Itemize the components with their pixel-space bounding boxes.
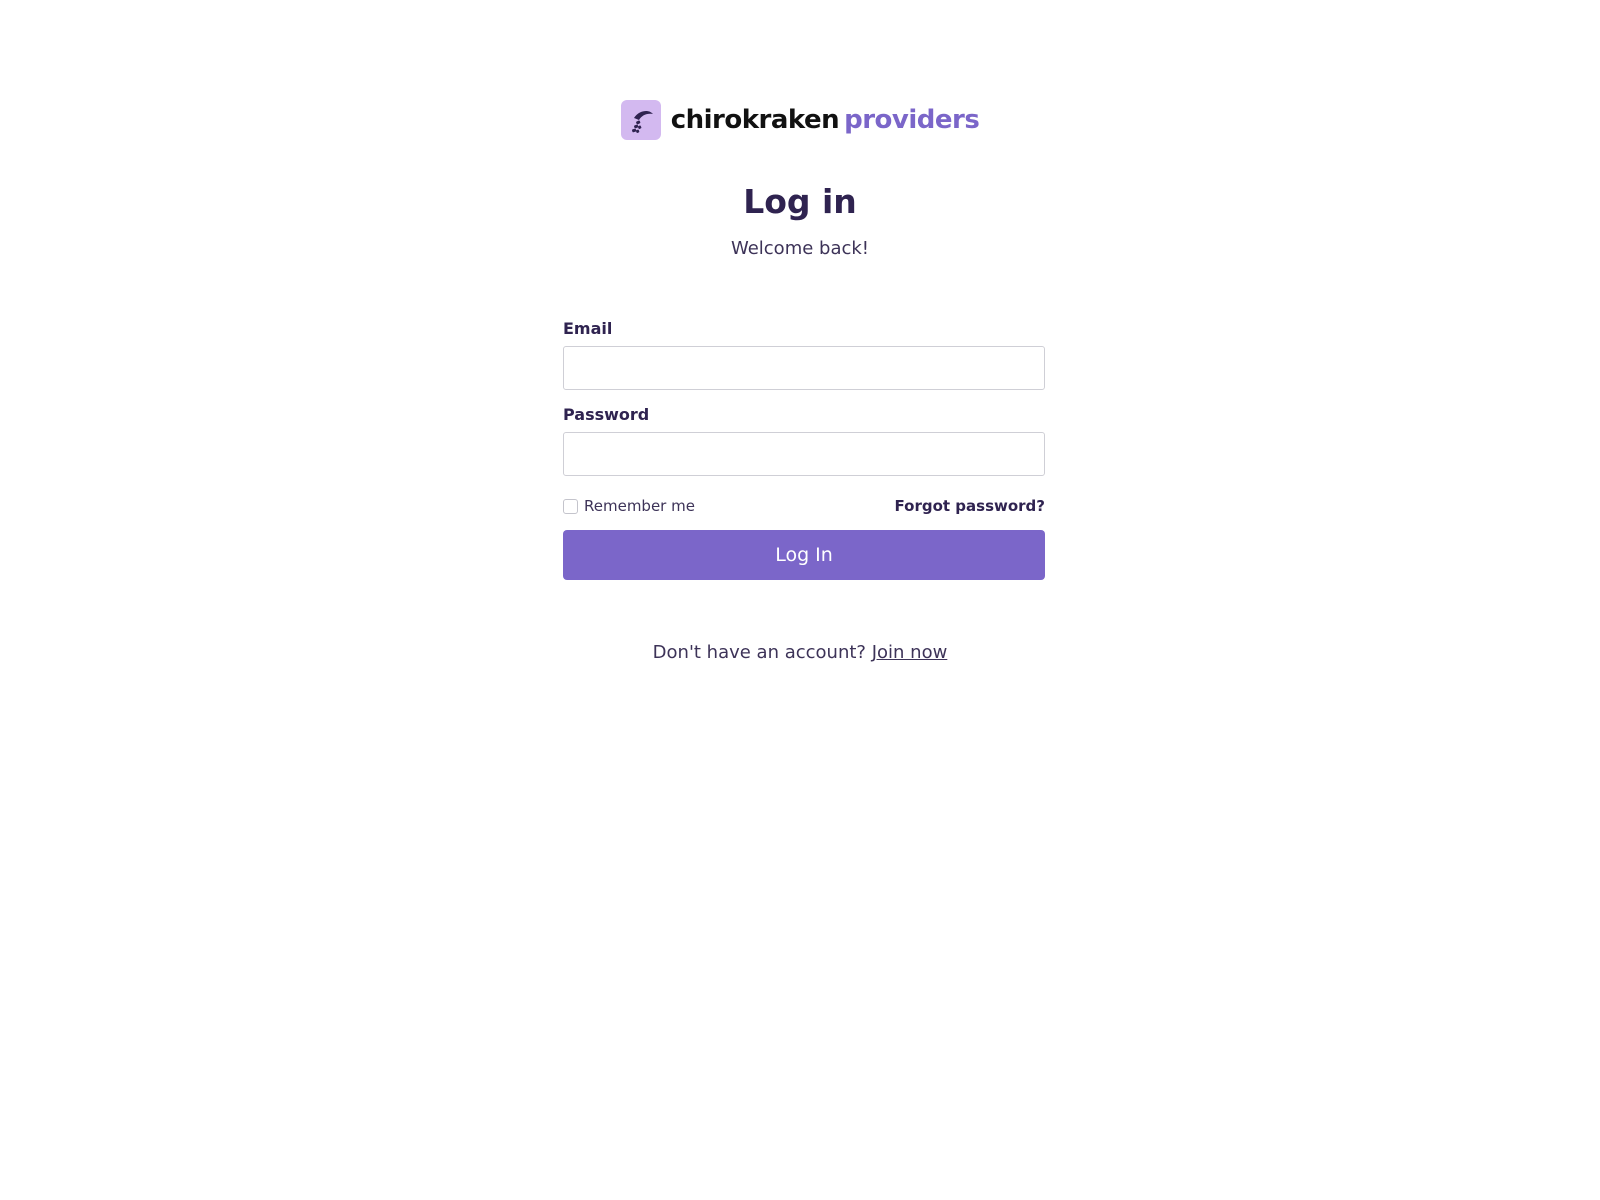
form-options-row: Remember me Forgot password? <box>563 496 1045 516</box>
brand-name: chirokraken <box>670 105 840 135</box>
email-field[interactable] <box>563 346 1045 390</box>
login-page: chirokraken providers Log in Welcome bac… <box>0 0 1600 1200</box>
brand-mark-icon <box>620 100 661 140</box>
brand-suffix: providers <box>844 105 980 135</box>
login-button[interactable]: Log In <box>563 530 1045 580</box>
remember-me-checkbox[interactable] <box>563 498 578 514</box>
password-label: Password <box>563 405 650 424</box>
page-subtitle: Welcome back! <box>730 238 870 259</box>
forgot-password-link[interactable]: Forgot password? <box>895 497 1046 515</box>
password-field[interactable] <box>563 432 1045 476</box>
email-label: Email <box>563 319 613 338</box>
remember-me-option[interactable]: Remember me <box>563 497 695 515</box>
signup-prompt-text: Don't have an account? <box>652 642 866 663</box>
brand-logo[interactable]: chirokraken providers <box>0 100 1600 140</box>
page-title: Log in <box>743 182 857 221</box>
remember-me-label: Remember me <box>584 497 695 515</box>
join-now-link[interactable]: Join now <box>872 642 948 663</box>
brand-wordmark: chirokraken providers <box>671 105 980 135</box>
login-form: Email Password Remember me Forgot passwo… <box>563 318 1045 580</box>
signup-prompt: Don't have an account? Join now <box>0 642 1600 663</box>
